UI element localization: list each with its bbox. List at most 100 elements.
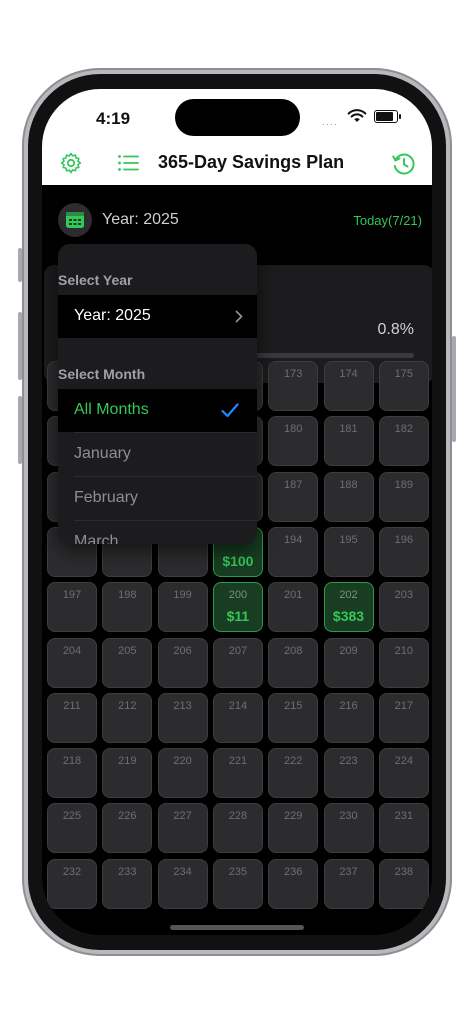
day-cell[interactable]: 235 bbox=[212, 858, 263, 909]
day-cell[interactable]: 196 bbox=[378, 526, 429, 577]
day-number: 233 bbox=[118, 865, 137, 878]
filter-popover: Select Year Year: 2025 Select Month All … bbox=[58, 244, 257, 544]
year-label[interactable]: Year: 2025 bbox=[102, 211, 179, 229]
day-number: 210 bbox=[394, 644, 413, 657]
day-number: 199 bbox=[173, 589, 192, 602]
day-cell[interactable]: 209 bbox=[323, 637, 374, 688]
day-number: 203 bbox=[394, 589, 413, 602]
day-cell[interactable]: 218 bbox=[47, 748, 97, 799]
select-year-header: Select Year bbox=[58, 272, 133, 288]
day-cell[interactable]: 174 bbox=[323, 361, 374, 411]
day-cell[interactable]: 175 bbox=[378, 361, 429, 411]
month-option-label: February bbox=[74, 489, 139, 506]
day-number: 212 bbox=[118, 699, 137, 712]
page-title: 365-Day Savings Plan bbox=[158, 152, 345, 172]
day-cell[interactable]: 225 bbox=[47, 803, 97, 854]
day-cell[interactable]: 198 bbox=[102, 582, 153, 633]
day-number: 214 bbox=[228, 699, 248, 712]
checkmark-icon bbox=[221, 403, 239, 418]
day-number: 230 bbox=[339, 810, 358, 823]
day-cell[interactable]: 207 bbox=[212, 637, 263, 688]
month-option-all[interactable]: All Months bbox=[58, 389, 257, 432]
day-number: 238 bbox=[394, 865, 413, 878]
month-option-february[interactable]: February bbox=[58, 477, 257, 520]
day-number: 229 bbox=[284, 810, 303, 823]
gear-icon[interactable] bbox=[59, 151, 83, 175]
day-cell[interactable]: 237 bbox=[323, 858, 374, 909]
year-option-row[interactable]: Year: 2025 bbox=[58, 295, 257, 338]
day-cell[interactable]: 219 bbox=[102, 748, 153, 799]
day-cell[interactable]: 216 bbox=[323, 692, 374, 743]
day-cell[interactable]: 211 bbox=[47, 692, 97, 743]
day-cell[interactable]: 215 bbox=[268, 692, 319, 743]
day-number: 173 bbox=[284, 368, 303, 380]
day-cell[interactable]: 233 bbox=[102, 858, 153, 909]
calendar-icon bbox=[66, 212, 84, 228]
day-number: 211 bbox=[63, 699, 81, 712]
day-cell[interactable]: 229 bbox=[268, 803, 319, 854]
day-cell[interactable]: 236 bbox=[268, 858, 319, 909]
month-option-january[interactable]: January bbox=[58, 433, 257, 476]
day-cell[interactable]: 208 bbox=[268, 637, 319, 688]
day-cell[interactable]: 187 bbox=[268, 471, 319, 522]
day-cell[interactable]: 200 $11 bbox=[212, 582, 263, 633]
day-cell[interactable]: 228 bbox=[212, 803, 263, 854]
day-cell[interactable]: 234 bbox=[157, 858, 208, 909]
day-cell[interactable]: 194 bbox=[268, 526, 319, 577]
day-number: 224 bbox=[394, 755, 413, 768]
day-cell[interactable]: 189 bbox=[378, 471, 429, 522]
day-cell[interactable]: 238 bbox=[378, 858, 429, 909]
day-cell[interactable]: 188 bbox=[323, 471, 374, 522]
day-cell[interactable]: 217 bbox=[378, 692, 429, 743]
day-number: 218 bbox=[62, 755, 82, 768]
day-cell[interactable]: 210 bbox=[378, 637, 429, 688]
day-cell[interactable]: 173 bbox=[268, 361, 319, 411]
day-cell[interactable]: 214 bbox=[212, 692, 263, 743]
day-cell[interactable]: 182 bbox=[378, 416, 429, 467]
day-cell[interactable]: 230 bbox=[323, 803, 374, 854]
year-picker-button[interactable] bbox=[58, 203, 92, 237]
day-cell[interactable]: 202 $383 bbox=[323, 582, 374, 633]
volume-down-button bbox=[18, 396, 22, 464]
day-cell[interactable]: 231 bbox=[378, 803, 429, 854]
day-cell[interactable]: 199 bbox=[157, 582, 208, 633]
day-cell[interactable]: 203 bbox=[378, 582, 429, 633]
day-cell[interactable]: 221 bbox=[212, 748, 263, 799]
day-cell[interactable]: 197 bbox=[47, 582, 97, 633]
day-number: 204 bbox=[62, 644, 82, 657]
day-cell[interactable]: 226 bbox=[102, 803, 153, 854]
day-number: 220 bbox=[173, 755, 192, 768]
day-number: 195 bbox=[339, 533, 358, 546]
day-cell[interactable]: 195 bbox=[323, 526, 374, 577]
day-number: 188 bbox=[339, 478, 358, 491]
clock-history-icon[interactable] bbox=[391, 151, 417, 177]
day-cell[interactable]: 205 bbox=[102, 637, 153, 688]
list-icon[interactable] bbox=[116, 151, 140, 175]
day-number: 215 bbox=[284, 699, 303, 712]
home-indicator bbox=[170, 925, 304, 930]
day-cell[interactable]: 220 bbox=[157, 748, 208, 799]
day-cell[interactable]: 222 bbox=[268, 748, 319, 799]
day-cell[interactable]: 223 bbox=[323, 748, 374, 799]
day-number: 207 bbox=[228, 644, 248, 657]
day-number: 196 bbox=[394, 533, 413, 546]
day-cell[interactable]: 201 bbox=[268, 582, 319, 633]
month-option-march[interactable]: March bbox=[58, 521, 257, 544]
cellular-signal-icon: ···· bbox=[322, 119, 338, 129]
year-row: Year: 2025 Today(7/21) bbox=[42, 199, 432, 245]
day-cell[interactable]: 232 bbox=[47, 858, 97, 909]
day-number: 227 bbox=[173, 810, 192, 823]
day-cell[interactable]: 224 bbox=[378, 748, 429, 799]
day-number: 200 bbox=[228, 589, 248, 602]
day-cell[interactable]: 204 bbox=[47, 637, 97, 688]
action-button bbox=[18, 248, 22, 282]
today-button[interactable]: Today(7/21) bbox=[353, 213, 422, 228]
day-cell[interactable]: 206 bbox=[157, 637, 208, 688]
screen: 4:19 ···· 365-Day Savings Plan Year: 202… bbox=[42, 89, 432, 935]
day-number: 180 bbox=[284, 423, 303, 436]
day-cell[interactable]: 227 bbox=[157, 803, 208, 854]
day-cell[interactable]: 212 bbox=[102, 692, 153, 743]
day-cell[interactable]: 181 bbox=[323, 416, 374, 467]
day-cell[interactable]: 213 bbox=[157, 692, 208, 743]
day-cell[interactable]: 180 bbox=[268, 416, 319, 467]
